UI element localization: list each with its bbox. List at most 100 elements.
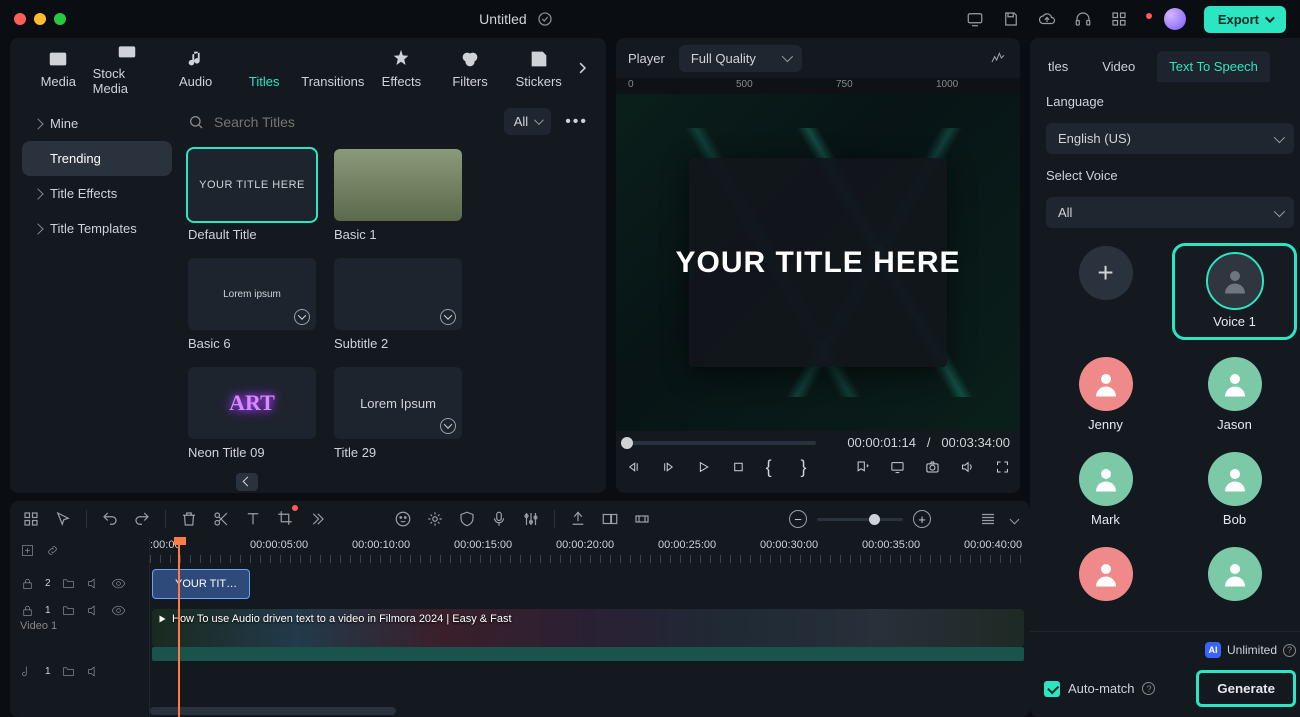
clip-video[interactable]: How To use Audio driven text to a video … [152,609,1024,647]
add-voice-button[interactable] [1046,246,1165,337]
tab-stickers[interactable]: Stickers [504,48,573,89]
voice-option-more[interactable] [1046,547,1165,601]
sidebar-item-mine[interactable]: Mine [22,106,172,141]
music-note-icon[interactable] [20,664,35,679]
snapshot-icon[interactable] [925,458,940,476]
headset-icon[interactable] [1074,10,1092,28]
sidebar-item-trending[interactable]: Trending [22,141,172,176]
auto-match-checkbox[interactable]: Auto-match? [1044,681,1155,697]
close-window-icon[interactable] [14,13,26,25]
save-icon[interactable] [1002,10,1020,28]
keyframe-icon[interactable] [633,510,651,528]
download-icon[interactable] [440,309,456,325]
maximize-window-icon[interactable] [54,13,66,25]
playhead[interactable] [178,537,180,717]
track-header-title[interactable]: 2 [10,563,149,603]
marker-dropdown-icon[interactable] [855,458,870,476]
download-icon[interactable] [294,309,310,325]
mic-icon[interactable] [490,510,508,528]
fullscreen-icon[interactable] [995,458,1010,476]
clip-title[interactable]: YOUR TIT… [152,569,250,599]
minimize-window-icon[interactable] [34,13,46,25]
tab-titles[interactable]: Titles [230,48,299,89]
voice-option-jenny[interactable]: Jenny [1046,357,1165,432]
mute-icon[interactable] [86,576,101,591]
export-button[interactable]: Export [1204,6,1286,33]
crop-icon[interactable] [276,509,294,527]
mixer-icon[interactable] [522,510,540,528]
visibility-icon[interactable] [111,576,126,591]
lock-icon[interactable] [20,576,35,591]
title-overlay[interactable]: YOUR TITLE HERE [675,246,960,280]
mark-in-icon[interactable]: { [766,458,781,476]
link-icon[interactable] [45,543,60,558]
voice-option-voice-1[interactable]: Voice 1 [1175,246,1294,337]
split-icon[interactable] [212,510,230,528]
stop-icon[interactable] [731,458,746,476]
tab-media[interactable]: Media [24,48,93,89]
visibility-icon[interactable] [111,603,126,618]
mark-out-icon[interactable]: } [801,458,816,476]
display-icon[interactable] [890,458,905,476]
zoom-out-button[interactable]: − [789,510,807,528]
timeline-tracks[interactable]: :00:00 00:00:05:00 00:00:10:00 00:00:15:… [150,537,1030,717]
chevron-right-icon[interactable] [573,58,592,78]
title-thumb-default[interactable]: YOUR TITLE HEREDefault Title [188,149,316,242]
voice-option-bob[interactable]: Bob [1175,452,1294,527]
more-options-icon[interactable]: ••• [561,109,592,135]
timeline-scrollbar[interactable] [150,707,396,715]
add-track-icon[interactable] [20,543,35,558]
folder-icon[interactable] [61,576,76,591]
title-thumb-title-29[interactable]: Lorem IpsumTitle 29 [334,367,462,460]
zoom-slider[interactable] [817,518,903,521]
next-frame-icon[interactable] [661,458,676,476]
tab-filters[interactable]: Filters [436,48,505,89]
back-button[interactable] [236,473,258,491]
shield-icon[interactable] [458,510,476,528]
voice-option-jason[interactable]: Jason [1175,357,1294,432]
apps-grid-icon[interactable] [1110,10,1128,28]
prev-frame-icon[interactable] [626,458,641,476]
voice-option-mark[interactable]: Mark [1046,452,1165,527]
mute-icon[interactable] [86,664,101,679]
tab-text-to-speech[interactable]: Text To Speech [1157,51,1270,82]
voice-filter-dropdown[interactable]: All [1046,197,1294,228]
track-header-audio[interactable]: 1 [10,651,149,691]
chevron-down-icon[interactable] [1010,514,1020,524]
select-tool-icon[interactable] [54,510,72,528]
clip-audio-waveform[interactable] [152,647,1024,661]
marker-icon[interactable] [569,510,587,528]
generate-button[interactable]: Generate [1196,670,1296,707]
title-thumb-basic-6[interactable]: Lorem ipsumBasic 6 [188,258,316,351]
redo-icon[interactable] [133,510,151,528]
timeline-ruler[interactable]: :00:00 00:00:05:00 00:00:10:00 00:00:15:… [150,537,1030,563]
tab-video-props[interactable]: Video [1090,51,1147,82]
quality-dropdown[interactable]: Full Quality [679,45,802,72]
tab-effects[interactable]: Effects [367,48,436,89]
delete-icon[interactable] [180,510,198,528]
screen-icon[interactable] [966,10,984,28]
title-thumb-basic-1[interactable]: Basic 1 [334,149,462,242]
cloud-upload-icon[interactable] [1038,10,1056,28]
folder-icon[interactable] [61,664,76,679]
player-stage[interactable]: YOUR TITLE HERE [616,94,1020,431]
info-icon[interactable]: ? [1283,644,1296,657]
timeline-view-icon[interactable] [979,510,997,528]
ai-face-icon[interactable] [394,510,412,528]
track-header-video[interactable]: 1 Video 1 [10,603,149,651]
info-icon[interactable]: ? [1142,682,1155,695]
tab-audio[interactable]: Audio [161,48,230,89]
folder-icon[interactable] [61,603,76,618]
sidebar-item-title-effects[interactable]: Title Effects [22,176,172,211]
text-tool-icon[interactable] [244,510,262,528]
zoom-in-button[interactable]: + [913,510,931,528]
performance-icon[interactable] [988,50,1008,66]
progress-slider[interactable] [626,441,816,445]
undo-icon[interactable] [101,510,119,528]
more-tools-icon[interactable] [308,510,326,528]
volume-icon[interactable] [960,458,975,476]
enhance-icon[interactable] [426,510,444,528]
tab-transitions[interactable]: Transitions [299,48,368,89]
filter-dropdown[interactable]: All [504,108,551,135]
sidebar-item-title-templates[interactable]: Title Templates [22,211,172,246]
